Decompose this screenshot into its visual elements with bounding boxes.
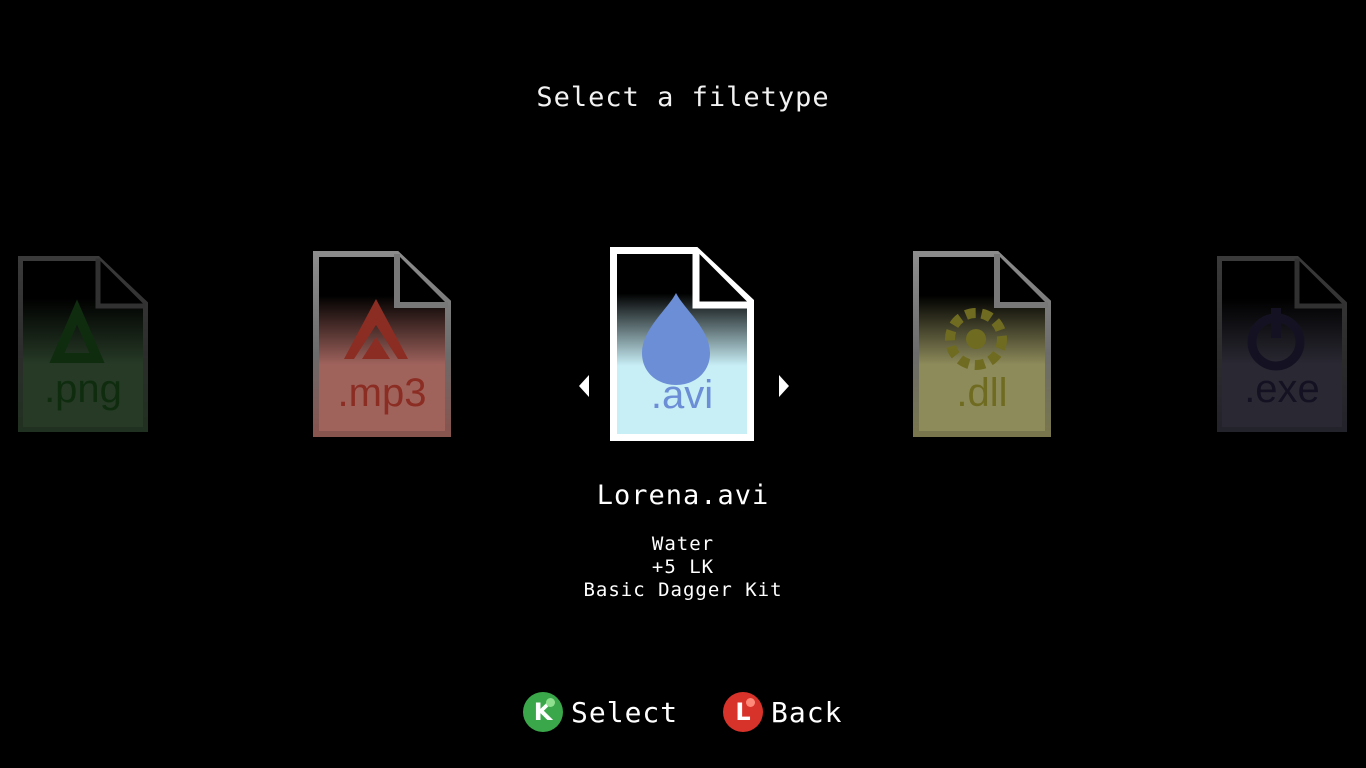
filetype-ext-label: .dll [956, 371, 1007, 415]
arrow-right-icon[interactable] [774, 373, 794, 399]
detail-element: Water [651, 533, 715, 555]
k-key-icon: K [523, 692, 563, 732]
filetype-card-png[interactable]: .png [18, 256, 148, 432]
back-button[interactable]: L Back [723, 690, 842, 734]
l-key-icon: L [723, 692, 763, 732]
filetype-card-exe[interactable]: .exe [1217, 256, 1347, 432]
filetype-ext-label: .avi [651, 373, 713, 417]
filetype-card-dll[interactable]: .dll [913, 251, 1051, 437]
screen-title: Select a filetype [536, 82, 830, 113]
back-label: Back [771, 695, 843, 729]
filetype-card-avi-selected[interactable]: .avi [610, 247, 754, 441]
detail-kit: Basic Dagger Kit [583, 579, 783, 601]
selected-file-name: Lorena.avi [596, 480, 770, 511]
selected-file-details: Water +5 LK Basic Dagger Kit [0, 533, 1366, 602]
select-label: Select [571, 695, 679, 729]
detail-stat: +5 LK [651, 556, 715, 578]
select-button[interactable]: K Select [523, 690, 678, 734]
filetype-ext-label: .mp3 [338, 371, 427, 415]
filetype-card-mp3[interactable]: .mp3 [313, 251, 451, 437]
filetype-ext-label: .exe [1244, 367, 1320, 411]
filetype-ext-label: .png [44, 367, 122, 411]
arrow-left-icon[interactable] [574, 373, 594, 399]
